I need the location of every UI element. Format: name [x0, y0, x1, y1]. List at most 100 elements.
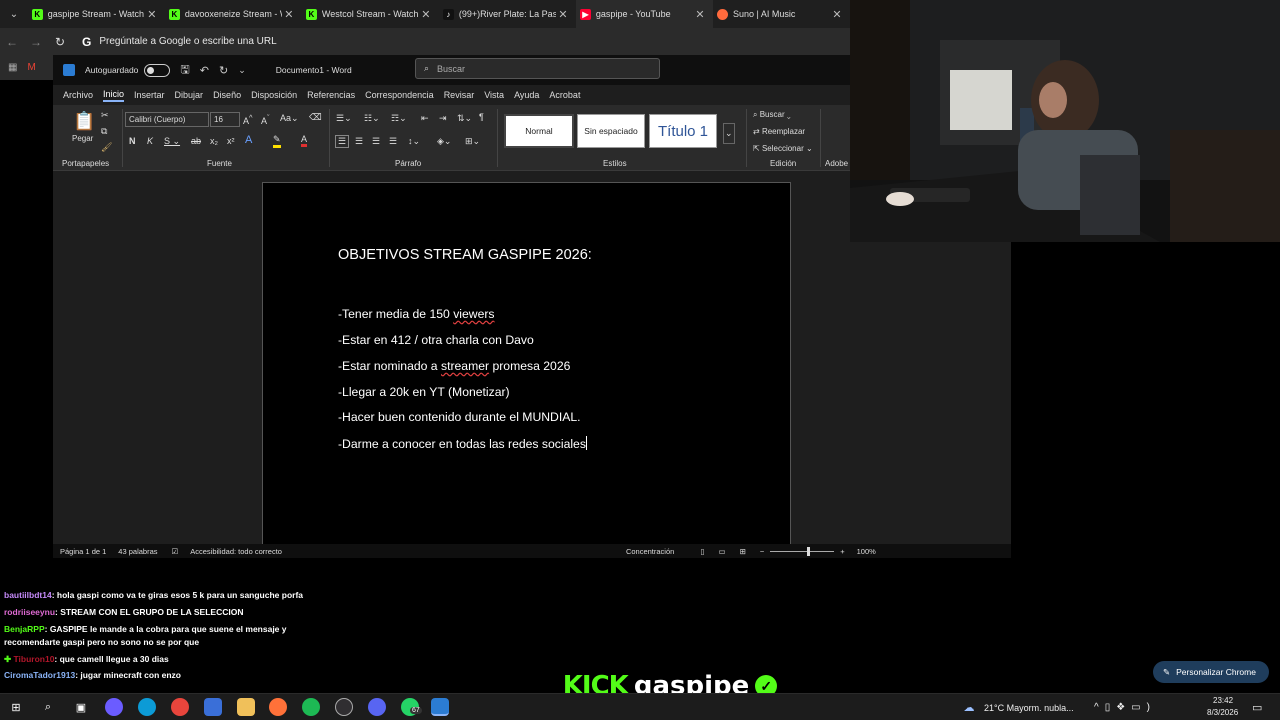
zoom-in-icon[interactable]: +	[840, 547, 844, 556]
edge-icon[interactable]	[138, 698, 156, 716]
weather-text[interactable]: 21°C Mayorm. nubla...	[984, 703, 1074, 713]
show-marks-icon[interactable]: ¶	[479, 112, 484, 122]
close-icon[interactable]: ✕	[145, 8, 159, 21]
word-count[interactable]: 43 palabras	[118, 547, 157, 556]
reload-icon[interactable]: ↻	[48, 35, 72, 49]
page-count[interactable]: Página 1 de 1	[60, 547, 106, 556]
tray-icons[interactable]: ^▯❖▭)	[1094, 702, 1156, 713]
replace-button[interactable]: ⇄ Reemplazar	[753, 127, 805, 136]
close-icon[interactable]: ✕	[693, 8, 707, 21]
close-icon[interactable]: ✕	[556, 8, 570, 21]
menu-diseno[interactable]: Diseño	[213, 90, 241, 100]
menu-ayuda[interactable]: Ayuda	[514, 90, 539, 100]
back-icon[interactable]: ←	[0, 35, 24, 49]
proofing-icon[interactable]: ☑	[172, 547, 179, 556]
paste-button[interactable]: Pegar	[72, 134, 93, 143]
notifications-icon[interactable]: ▭	[1252, 701, 1262, 714]
align-right-icon[interactable]: ☰	[372, 136, 380, 147]
menu-disposicion[interactable]: Disposición	[251, 90, 297, 100]
font-name-select[interactable]: Calibri (Cuerpo)	[125, 112, 209, 127]
paste-icon[interactable]: 📋	[73, 111, 95, 132]
clock-date[interactable]: 8/3/2026	[1207, 708, 1238, 717]
print-layout-icon[interactable]: ▭	[718, 547, 725, 556]
align-center-icon[interactable]: ☰	[355, 136, 363, 147]
bullets-icon[interactable]: ☰⌄	[336, 113, 352, 124]
style-titulo-1[interactable]: Título 1	[649, 114, 717, 148]
highlight-icon[interactable]: ✎	[273, 134, 281, 148]
text-effects-icon[interactable]: A	[245, 134, 252, 146]
discord-icon[interactable]	[368, 698, 386, 716]
clear-format-icon[interactable]: ⌫	[309, 112, 322, 123]
select-button[interactable]: ⇱ Seleccionar ⌄	[753, 144, 813, 153]
word-search-box[interactable]: ⌕ Buscar	[415, 58, 660, 79]
borders-icon[interactable]: ⊞⌄	[465, 136, 480, 147]
firefox-icon[interactable]	[269, 698, 287, 716]
read-mode-icon[interactable]: ▯	[700, 547, 704, 556]
menu-acrobat[interactable]: Acrobat	[549, 90, 580, 100]
undo-icon[interactable]: ↶	[200, 64, 209, 77]
tab-search-icon[interactable]: ⌄	[0, 0, 28, 28]
grow-font-icon[interactable]: A^	[243, 113, 253, 126]
change-case-icon[interactable]: Aa⌄	[280, 113, 299, 124]
menu-referencias[interactable]: Referencias	[307, 90, 355, 100]
zoom-level[interactable]: 100%	[857, 547, 876, 556]
document-page[interactable]: OBJETIVOS STREAM GASPIPE 2026: -Tener me…	[262, 182, 791, 544]
tab-suno[interactable]: Suno | AI Music ✕	[713, 0, 850, 28]
gmail-icon[interactable]: M	[27, 62, 35, 73]
clock-time[interactable]: 23:42	[1213, 696, 1233, 705]
tab-kick-gaspipe[interactable]: K gaspipe Stream - Watch L ✕	[28, 0, 165, 28]
tab-kick-davo[interactable]: K davooxeneize Stream - W ✕	[165, 0, 302, 28]
align-left-icon[interactable]: ☰	[335, 135, 350, 148]
copilot-icon[interactable]	[105, 698, 123, 716]
zoom-slider[interactable]	[770, 546, 835, 556]
multilevel-icon[interactable]: ☶⌄	[391, 113, 407, 124]
tab-youtube-gaspipe[interactable]: ▶ gaspipe - YouTube ✕	[575, 0, 713, 28]
style-normal[interactable]: Normal	[504, 114, 574, 148]
close-icon[interactable]: ✕	[282, 8, 296, 21]
tab-tiktok-river[interactable]: ♪ (99+)River Plate: La Pasió ✕	[439, 0, 576, 28]
task-view-icon[interactable]: ▣	[72, 698, 90, 716]
justify-icon[interactable]: ☰	[389, 136, 397, 147]
autosave-toggle[interactable]	[144, 63, 171, 77]
shading-icon[interactable]: ◈⌄	[437, 136, 451, 147]
focus-button[interactable]: Concentración	[626, 547, 674, 556]
underline-icon[interactable]: S ⌄	[164, 136, 180, 147]
address-bar[interactable]: Pregúntale a Google o escribe una URL	[99, 36, 276, 47]
bold-icon[interactable]: N	[129, 136, 136, 146]
italic-icon[interactable]: K	[147, 136, 153, 146]
line-spacing-icon[interactable]: ↕⌄	[408, 136, 420, 147]
superscript-icon[interactable]: x²	[227, 136, 235, 146]
qat-more-icon[interactable]: ⌄	[238, 65, 246, 76]
customize-chrome-button[interactable]: ✎ Personalizar Chrome	[1153, 661, 1269, 683]
windows-start-icon[interactable]: ⊞	[7, 698, 25, 716]
obs-icon[interactable]	[335, 698, 353, 716]
copy-icon[interactable]: ⧉	[101, 126, 107, 137]
styles-more-icon[interactable]: ⌄	[723, 123, 735, 144]
spotify-icon[interactable]	[302, 698, 320, 716]
apps-icon[interactable]: ▦	[8, 62, 17, 73]
menu-correspondencia[interactable]: Correspondencia	[365, 90, 434, 100]
menu-archivo[interactable]: Archivo	[63, 90, 93, 100]
menu-insertar[interactable]: Insertar	[134, 90, 165, 100]
chrome-icon[interactable]	[171, 698, 189, 716]
menu-revisar[interactable]: Revisar	[444, 90, 475, 100]
explorer-icon[interactable]	[237, 698, 255, 716]
forward-icon[interactable]: →	[24, 35, 48, 49]
style-sin-espaciado[interactable]: Sin espaciado	[577, 114, 645, 148]
shrink-font-icon[interactable]: Aˇ	[261, 113, 270, 126]
menu-inicio[interactable]: Inicio	[103, 89, 125, 102]
find-button[interactable]: ⌕ Buscar ⌄	[753, 110, 791, 120]
font-color-icon[interactable]: A	[301, 134, 308, 147]
close-icon[interactable]: ✕	[419, 8, 433, 21]
close-icon[interactable]: ✕	[830, 8, 844, 21]
menu-dibujar[interactable]: Dibujar	[175, 90, 204, 100]
save-icon[interactable]: 🖫	[180, 61, 189, 80]
menu-vista[interactable]: Vista	[484, 90, 504, 100]
accessibility-status[interactable]: Accesibilidad: todo correcto	[190, 547, 282, 556]
word-taskbar-icon[interactable]	[431, 698, 449, 716]
numbering-icon[interactable]: ☷⌄	[364, 113, 380, 124]
web-layout-icon[interactable]: ⊞	[740, 547, 746, 556]
format-painter-icon[interactable]: 🖌	[101, 142, 112, 153]
redo-icon[interactable]: ↻	[219, 64, 228, 77]
search-icon[interactable]: ⌕	[39, 698, 57, 716]
